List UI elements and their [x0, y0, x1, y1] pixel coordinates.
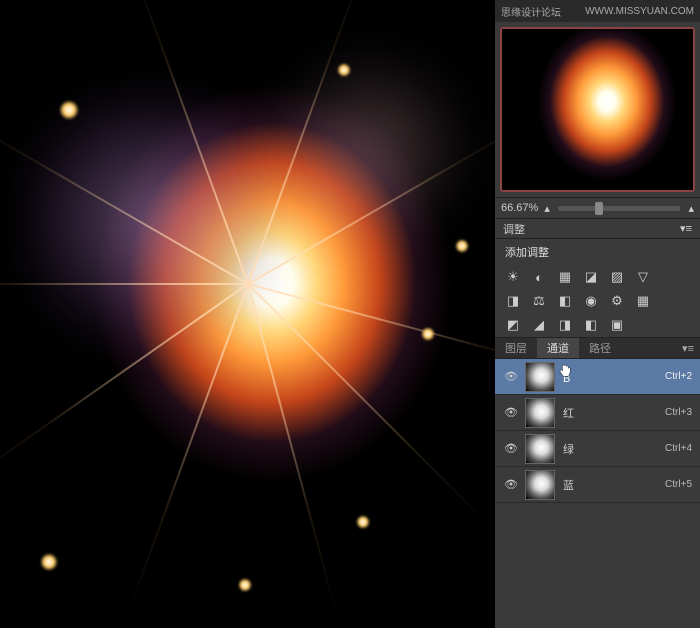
- channel-thumbnail: [525, 434, 555, 464]
- light-ray: [247, 283, 495, 532]
- channels-list: 👁 BCtrl+2 👁 红Ctrl+3 👁 绿Ctrl+4 👁 蓝Ctrl+5: [495, 359, 700, 628]
- spark: [455, 239, 469, 253]
- light-ray: [247, 283, 495, 376]
- invert-icon[interactable]: ◩: [505, 317, 521, 333]
- bw-icon[interactable]: ◧: [557, 293, 573, 309]
- channel-name: B: [563, 368, 665, 385]
- tab-paths[interactable]: 路径: [579, 338, 621, 358]
- lookup-icon[interactable]: ▦: [635, 293, 651, 309]
- adjustments-title: 调整: [503, 221, 525, 237]
- gradient-map-icon[interactable]: ◧: [583, 317, 599, 333]
- tab-channels[interactable]: 通道: [537, 338, 579, 358]
- spark: [40, 553, 58, 571]
- channel-name: 红: [563, 405, 665, 421]
- channel-shortcut: Ctrl+5: [665, 479, 692, 490]
- zoom-out-icon[interactable]: ▴: [544, 202, 550, 215]
- document-canvas[interactable]: [0, 0, 495, 628]
- zoom-slider-knob[interactable]: [595, 202, 603, 215]
- explosion-image: [0, 0, 495, 628]
- zoom-bar: 66.67% ▴ ▴: [495, 197, 700, 219]
- visibility-icon[interactable]: 👁: [503, 405, 519, 421]
- channel-row-红[interactable]: 👁 红Ctrl+3: [495, 395, 700, 431]
- zoom-value: 66.67%: [501, 202, 538, 214]
- adjustments-subtitle: 添加调整: [495, 239, 700, 265]
- visibility-icon[interactable]: 👁: [503, 369, 519, 385]
- navigator-preview[interactable]: [500, 27, 695, 192]
- channel-row-蓝[interactable]: 👁 蓝Ctrl+5: [495, 467, 700, 503]
- threshold-icon[interactable]: ◨: [557, 317, 573, 333]
- watermark-bar: 思缘设计论坛 WWW.MISSYUAN.COM: [495, 0, 700, 22]
- vibrance-icon[interactable]: ▨: [609, 269, 625, 285]
- channel-thumbnail: [525, 470, 555, 500]
- panel-menu-icon[interactable]: ▾≡: [676, 338, 700, 358]
- channel-shortcut: Ctrl+2: [665, 371, 692, 382]
- watermark-left: 思缘设计论坛: [501, 4, 561, 19]
- brightness-icon[interactable]: ☀: [505, 269, 521, 285]
- preview-thumbnail: [502, 29, 693, 190]
- channel-thumbnail: [525, 362, 555, 392]
- zoom-in-icon[interactable]: ▴: [688, 202, 694, 215]
- spark: [337, 63, 351, 77]
- channel-name: 蓝: [563, 477, 665, 493]
- adjustment-icons-row-3: ◩ ◢ ◨ ◧ ▣: [495, 313, 700, 337]
- watermark-right: WWW.MISSYUAN.COM: [585, 6, 694, 17]
- channel-shortcut: Ctrl+3: [665, 407, 692, 418]
- zoom-slider[interactable]: [558, 206, 681, 211]
- smoke-cloud: [270, 50, 470, 250]
- triangle-icon[interactable]: ▽: [635, 269, 651, 285]
- channel-shortcut: Ctrl+4: [665, 443, 692, 454]
- light-ray: [0, 283, 248, 285]
- curves-icon[interactable]: ▦: [557, 269, 573, 285]
- visibility-icon[interactable]: 👁: [503, 477, 519, 493]
- spark: [421, 327, 435, 341]
- smoke-cloud: [25, 94, 275, 344]
- spark: [356, 515, 370, 529]
- levels-icon[interactable]: ◐: [531, 269, 547, 285]
- tab-layers[interactable]: 图层: [495, 338, 537, 358]
- spark: [238, 578, 252, 592]
- channel-mixer-icon[interactable]: ⚙: [609, 293, 625, 309]
- selective-color-icon[interactable]: ▣: [609, 317, 625, 333]
- adjustments-panel-header[interactable]: 调整 ▾≡: [495, 219, 700, 239]
- channel-row-B[interactable]: 👁 BCtrl+2: [495, 359, 700, 395]
- color-balance-icon[interactable]: ⚖: [531, 293, 547, 309]
- adjustment-icons-row-2: ◨ ⚖ ◧ ◉ ⚙ ▦: [495, 289, 700, 313]
- exposure-icon[interactable]: ◪: [583, 269, 599, 285]
- adjustment-icons-row-1: ☀ ◐ ▦ ◪ ▨ ▽: [495, 265, 700, 289]
- channel-thumbnail: [525, 398, 555, 428]
- panel-tabs: 图层 通道 路径 ▾≡: [495, 337, 700, 359]
- channel-name: 绿: [563, 441, 665, 457]
- hue-sat-icon[interactable]: ◨: [505, 293, 521, 309]
- light-ray: [247, 283, 340, 622]
- photo-filter-icon[interactable]: ◉: [583, 293, 599, 309]
- channel-row-绿[interactable]: 👁 绿Ctrl+4: [495, 431, 700, 467]
- panel-menu-icon[interactable]: ▾≡: [680, 222, 692, 235]
- panels-sidebar: 思缘设计论坛 WWW.MISSYUAN.COM 66.67% ▴ ▴ 调整 ▾≡…: [495, 0, 700, 628]
- visibility-icon[interactable]: 👁: [503, 441, 519, 457]
- posterize-icon[interactable]: ◢: [531, 317, 547, 333]
